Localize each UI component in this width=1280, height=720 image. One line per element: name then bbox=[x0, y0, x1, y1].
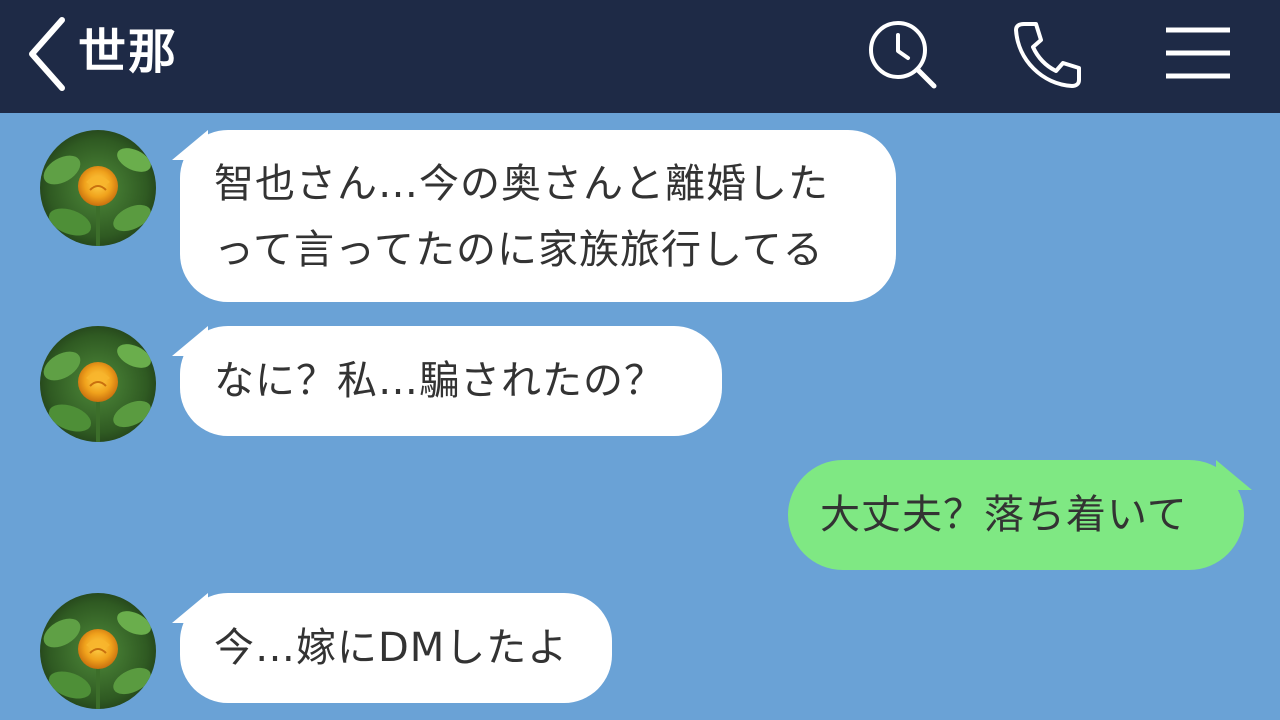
back-button[interactable] bbox=[22, 14, 74, 94]
search-button[interactable] bbox=[862, 18, 942, 94]
rose-avatar-icon bbox=[40, 326, 156, 442]
contact-avatar[interactable] bbox=[40, 130, 156, 246]
message-bubble-incoming: 今…嫁にDMしたよ bbox=[172, 593, 612, 703]
search-clock-icon bbox=[869, 21, 937, 89]
rose-avatar-icon bbox=[40, 130, 156, 246]
message-bubble-incoming: なに？私…騙されたの？ bbox=[172, 326, 722, 436]
menu-button[interactable] bbox=[1158, 20, 1238, 86]
bubble-tail bbox=[172, 593, 208, 623]
message-bubble-outgoing: 大丈夫？落ち着いて bbox=[788, 460, 1252, 570]
call-button[interactable] bbox=[1008, 16, 1086, 94]
bubble-tail bbox=[172, 130, 208, 160]
phone-icon bbox=[1014, 22, 1081, 88]
contact-avatar[interactable] bbox=[40, 326, 156, 442]
rose-avatar-icon bbox=[40, 593, 156, 709]
bubble-tail bbox=[1216, 460, 1252, 490]
chevron-left-icon bbox=[29, 17, 65, 91]
message-text: なに？私…騙されたの？ bbox=[214, 358, 665, 404]
message-text: って言ってたのに家族旅行してる bbox=[214, 227, 824, 273]
message-text: 大丈夫？落ち着いて bbox=[820, 492, 1188, 538]
contact-avatar[interactable] bbox=[40, 593, 156, 709]
message-bubble-incoming: 智也さん…今の奥さんと離婚した って言ってたのに家族旅行してる bbox=[172, 130, 896, 302]
chat-title: 世那 bbox=[78, 24, 179, 80]
chat-header: 世那 bbox=[0, 0, 1280, 113]
message-text: 今…嫁にDMしたよ bbox=[214, 625, 569, 671]
hamburger-menu-icon bbox=[1166, 27, 1230, 79]
message-text: 智也さん…今の奥さんと離婚した bbox=[214, 161, 829, 207]
bubble-tail bbox=[172, 326, 208, 356]
